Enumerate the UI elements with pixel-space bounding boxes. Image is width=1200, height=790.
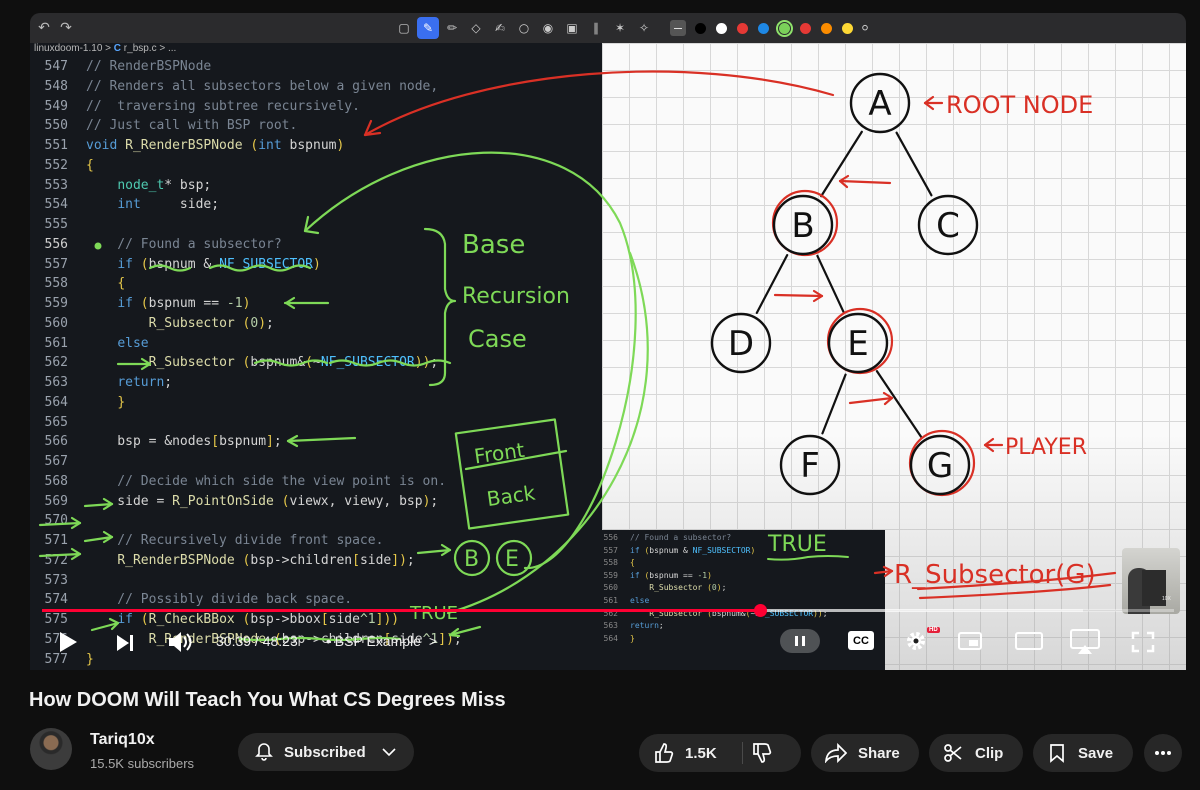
miniplayer-icon[interactable] xyxy=(958,631,982,651)
progress-fill xyxy=(42,609,760,612)
tree-node-f: F xyxy=(779,434,841,496)
annotation-overlay: Base Recursion Case Front Back B E TRUE … xyxy=(38,70,1117,642)
more-actions-button[interactable] xyxy=(1144,734,1182,772)
share-icon xyxy=(825,743,847,763)
time-separator: / xyxy=(251,633,263,649)
theater-icon[interactable] xyxy=(1015,631,1043,651)
tree-node-a: A xyxy=(849,72,911,134)
tree-node-label: A xyxy=(868,84,891,124)
like-dislike-group: 1.5K xyxy=(639,734,801,772)
tree-node-label: G xyxy=(927,446,953,486)
volume-icon[interactable] xyxy=(166,630,194,654)
fullscreen-icon[interactable] xyxy=(1130,630,1156,654)
subscribed-label: Subscribed xyxy=(284,743,366,761)
tree-node-g: G xyxy=(908,429,976,497)
video-player[interactable]: ↶ ↷ ▢ ✎ ✏ ◇ ✍ ○ ◉ ▣ ∥ ✶ ✧ ⚪ linuxdoom-1.10 > C r_b… xyxy=(30,13,1186,670)
settings-icon[interactable] xyxy=(904,629,928,653)
true-inset-label: TRUE xyxy=(767,532,827,557)
player-note: PLAYER xyxy=(1005,435,1087,460)
share-label: Share xyxy=(858,744,900,762)
tree-edge xyxy=(755,253,789,315)
base-label: Base xyxy=(462,230,525,260)
clip-label: Clip xyxy=(975,744,1004,762)
channel-name[interactable]: Tariq10x xyxy=(90,731,155,749)
dislike-icon[interactable] xyxy=(751,742,773,764)
webcam-overlay: 10X xyxy=(1122,548,1180,614)
next-icon[interactable] xyxy=(114,632,136,654)
hd-badge: HD xyxy=(927,627,940,633)
subscribed-button[interactable]: Subscribed xyxy=(238,733,414,771)
cast-icon[interactable] xyxy=(1070,629,1100,655)
breakpoint-dot xyxy=(94,242,102,250)
save-label: Save xyxy=(1078,744,1114,762)
chevron-right-icon: > xyxy=(428,633,437,649)
autoplay-toggle[interactable] xyxy=(780,629,820,653)
tree-edge xyxy=(816,254,845,314)
inset-b-label: B xyxy=(464,547,479,572)
time-display: 30:39 / 48:23 xyxy=(216,633,298,649)
save-button[interactable]: Save xyxy=(1033,734,1133,772)
current-time: 30:39 xyxy=(216,633,252,649)
tree-node-label: F xyxy=(800,446,820,486)
avatar[interactable] xyxy=(30,728,72,770)
scissors-icon xyxy=(944,744,962,762)
case-label: Case xyxy=(468,325,527,353)
back-label: Back xyxy=(485,481,537,512)
like-count[interactable]: 1.5K xyxy=(685,745,717,762)
tree-node-b: B xyxy=(771,189,839,257)
front-label: Front xyxy=(473,438,527,469)
tree-edge xyxy=(821,373,847,435)
tree-node-e: E xyxy=(826,307,894,375)
scrubber-handle[interactable] xyxy=(753,604,767,617)
tree-edge xyxy=(875,370,923,438)
clip-button[interactable]: Clip xyxy=(929,734,1023,772)
tree-node-d: D xyxy=(710,312,772,374)
more-horizontal-icon xyxy=(1155,751,1171,755)
bookmark-icon xyxy=(1050,744,1064,763)
tree-edge xyxy=(820,130,863,198)
tree-edge xyxy=(895,131,933,197)
recursion-label: Recursion xyxy=(462,284,570,309)
subscriber-count: 15.5K subscribers xyxy=(90,756,195,771)
root-node-note: ROOT NODE xyxy=(946,91,1093,119)
chapter-name: • BSP Example xyxy=(326,633,421,649)
share-button[interactable]: Share xyxy=(811,734,919,772)
captions-button[interactable]: CC xyxy=(848,631,874,650)
tree-node-label: E xyxy=(847,324,868,364)
chapter-title[interactable]: • BSP Example > xyxy=(326,633,437,649)
tree-node-label: C xyxy=(936,206,960,246)
like-icon[interactable] xyxy=(653,742,675,764)
like-divider xyxy=(742,742,743,764)
chevron-down-icon xyxy=(382,748,396,757)
subsector-call-note: R_Subsector(G) xyxy=(894,560,1096,590)
bell-icon xyxy=(255,743,273,761)
duration: 48:23 xyxy=(262,633,298,649)
tree-node-c: C xyxy=(917,194,979,256)
play-icon[interactable] xyxy=(56,630,80,654)
video-title: How DOOM Will Teach You What CS Degrees … xyxy=(29,689,506,711)
webcam-logo-text: 10X xyxy=(1162,596,1171,602)
inset-e-label: E xyxy=(505,547,519,572)
true-bottom-label: TRUE xyxy=(409,603,458,624)
tree-node-label: B xyxy=(791,206,814,246)
green-annotations xyxy=(38,151,649,642)
tree-node-label: D xyxy=(728,324,754,364)
